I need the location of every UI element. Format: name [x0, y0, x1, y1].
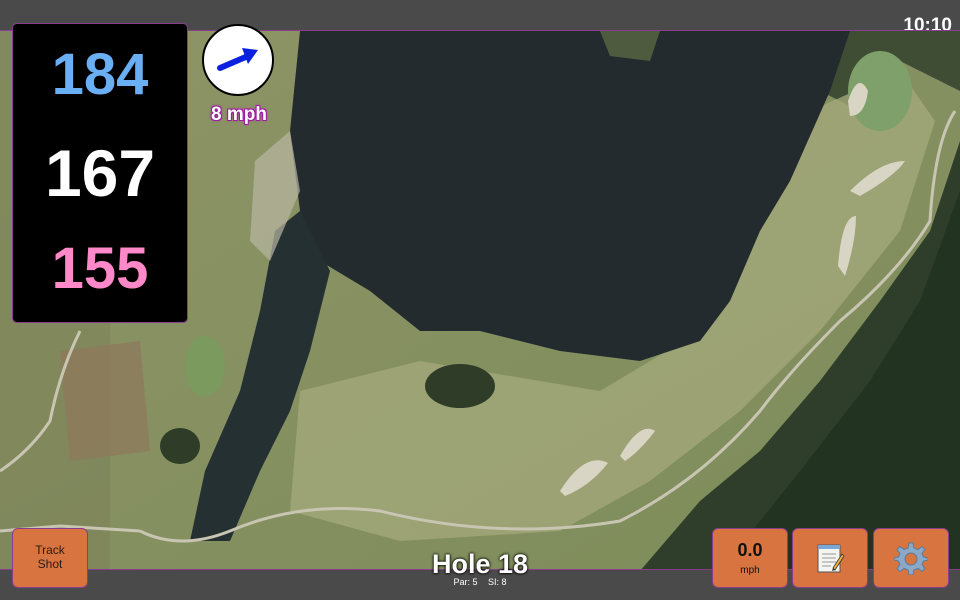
hole-title: Hole 18	[431, 549, 529, 579]
back-distance: 184	[51, 42, 149, 107]
notes-button[interactable]	[792, 528, 868, 588]
middle-distance: 167	[44, 136, 156, 210]
stroke-index-label: SI: 8	[488, 577, 507, 587]
front-distance: 155	[51, 236, 149, 301]
speed-value: 0.0	[737, 540, 763, 560]
track-shot-label-line2: Shot	[37, 557, 63, 571]
wind-arrow-icon	[217, 48, 258, 71]
speed-unit: mph	[740, 565, 760, 576]
track-shot-button[interactable]: Track Shot	[12, 528, 88, 588]
wind-speed-label: 8 mph	[211, 104, 267, 125]
par-label: Par: 5	[453, 577, 478, 587]
settings-button[interactable]	[873, 528, 949, 588]
hole-meta: Par: 5 SI: 8	[380, 577, 580, 587]
distance-panel: 184 167 155	[12, 23, 188, 323]
track-shot-label-line1: Track	[35, 543, 65, 558]
speed-button[interactable]: 0.0 mph	[712, 528, 788, 588]
gear-icon	[894, 542, 928, 575]
wind-direction-indicator	[202, 24, 274, 96]
notepad-icon	[817, 544, 845, 573]
